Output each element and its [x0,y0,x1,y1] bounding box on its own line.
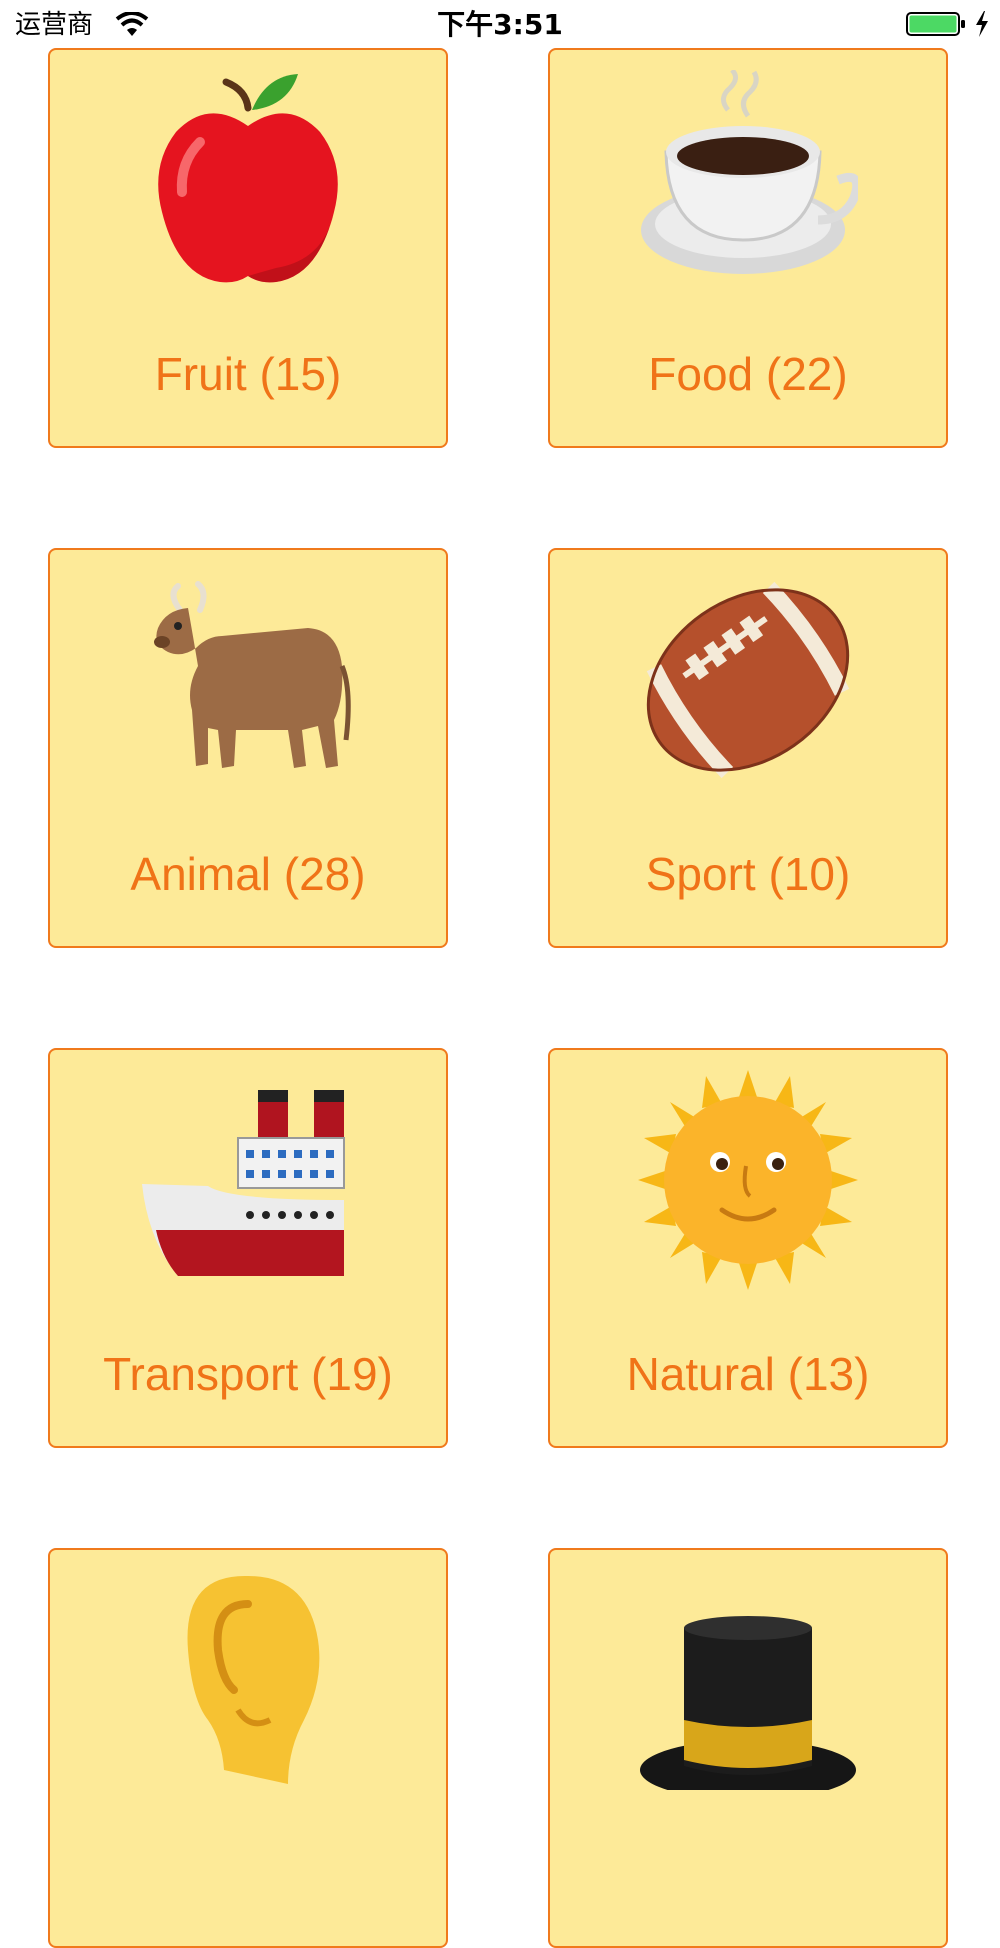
ear-icon [50,1570,446,1810]
sun-face-icon [550,1070,946,1310]
category-tile-ear[interactable] [48,1548,448,1948]
category-tile-natural[interactable]: Natural (13) [548,1048,948,1448]
ship-icon [50,1070,446,1310]
status-bar: 运营商 下午3:51 [0,0,1000,50]
category-tile-food[interactable]: Food (22) [548,48,948,448]
tile-label: Animal (28) [130,848,366,900]
status-time: 下午3:51 [437,8,563,41]
charging-bolt-icon [976,11,988,37]
tile-label: Transport (19) [103,1348,393,1400]
category-tile-transport[interactable]: Transport (19) [48,1048,448,1448]
ox-icon [50,570,446,810]
tile-label: Food (22) [648,348,848,400]
tile-label: Natural (13) [626,1348,870,1400]
football-icon [550,570,946,810]
coffee-icon [550,70,946,310]
tile-label: Sport (10) [645,848,851,900]
category-tile-clothing[interactable] [548,1548,948,1948]
category-tile-animal[interactable]: Animal (28) [48,548,448,948]
top-hat-icon [550,1570,946,1810]
category-tile-fruit[interactable]: Fruit (15) [48,48,448,448]
apple-icon [50,70,446,310]
tile-label: Fruit (15) [154,348,342,400]
category-tile-sport[interactable]: Sport (10) [548,548,948,948]
battery-icon [906,12,965,36]
